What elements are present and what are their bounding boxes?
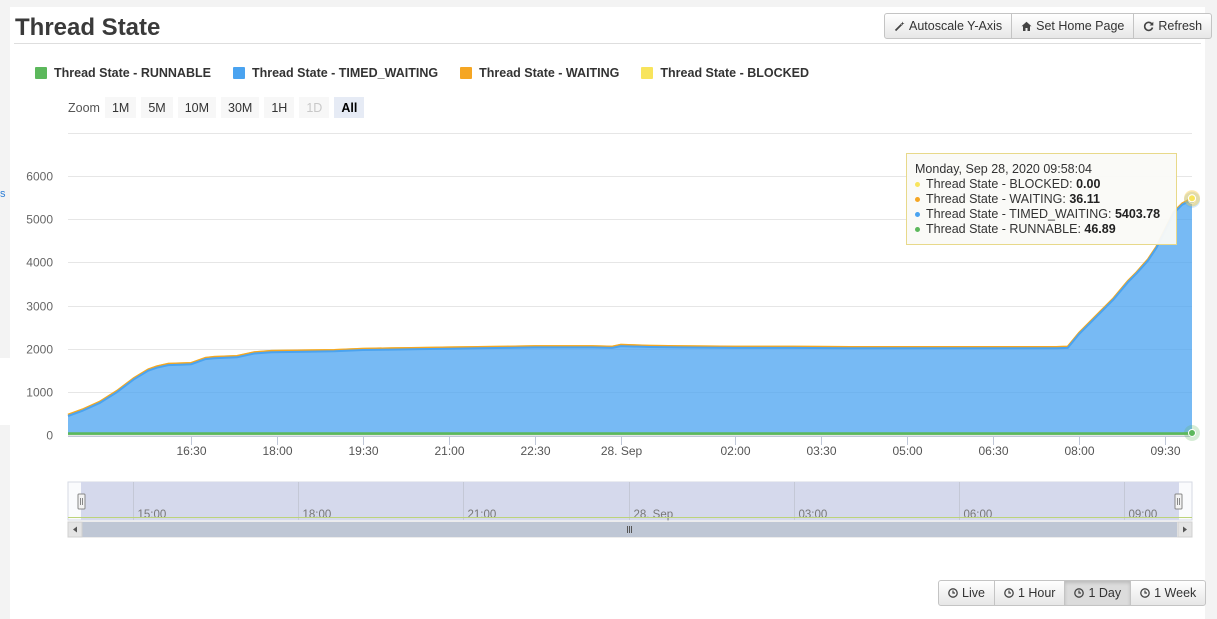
chart-legend: Thread State - RUNNABLE Thread State - T… <box>35 66 831 80</box>
chart-tooltip: Monday, Sep 28, 2020 09:58:04 Thread Sta… <box>906 153 1177 245</box>
tooltip-row-waiting: Thread State - WAITING: 36.11 <box>915 192 1176 207</box>
range-1-week-button[interactable]: 1 Week <box>1130 580 1206 606</box>
tooltip-row-timed-waiting: Thread State - TIMED_WAITING: 5403.78 <box>915 207 1176 222</box>
zoom-all-button[interactable]: All <box>334 97 364 118</box>
zoom-1m-button[interactable]: 1M <box>105 97 136 118</box>
range-live-label: Live <box>962 586 985 600</box>
tooltip-label-blocked: Thread State - BLOCKED: <box>926 177 1076 191</box>
clock-icon <box>1140 588 1150 598</box>
legend-item-timed-waiting[interactable]: Thread State - TIMED_WAITING <box>233 66 438 80</box>
tooltip-value-blocked: 0.00 <box>1076 177 1100 191</box>
range-1-day-button[interactable]: 1 Day <box>1064 580 1131 606</box>
legend-swatch-waiting <box>460 67 472 79</box>
zoom-selector: Zoom 1M 5M 10M 30M 1H 1D All <box>68 97 369 118</box>
range-1-hour-label: 1 Hour <box>1018 586 1056 600</box>
zoom-10m-button[interactable]: 10M <box>178 97 216 118</box>
legend-swatch-runnable <box>35 67 47 79</box>
set-home-label: Set Home Page <box>1036 19 1124 33</box>
toolbar: Autoscale Y-Axis Set Home Page Refresh <box>884 13 1212 39</box>
clock-icon <box>948 588 958 598</box>
magic-wand-icon <box>894 21 905 32</box>
autoscale-label: Autoscale Y-Axis <box>909 19 1002 33</box>
tooltip-value-waiting: 36.11 <box>1069 192 1100 206</box>
range-live-button[interactable]: Live <box>938 580 995 606</box>
zoom-30m-button[interactable]: 30M <box>221 97 259 118</box>
home-icon <box>1021 21 1032 32</box>
tooltip-dot-timed-waiting <box>915 212 920 217</box>
range-1-week-label: 1 Week <box>1154 586 1196 600</box>
zoom-1d-button: 1D <box>299 97 329 118</box>
refresh-button[interactable]: Refresh <box>1133 13 1212 39</box>
legend-swatch-blocked <box>641 67 653 79</box>
tooltip-dot-blocked <box>915 182 920 187</box>
legend-label-timed-waiting: Thread State - TIMED_WAITING <box>252 66 438 80</box>
legend-label-runnable: Thread State - RUNNABLE <box>54 66 211 80</box>
tooltip-label-timed-waiting: Thread State - TIMED_WAITING: <box>926 207 1115 221</box>
range-1-day-label: 1 Day <box>1088 586 1121 600</box>
set-home-page-button[interactable]: Set Home Page <box>1011 13 1134 39</box>
tooltip-value-runnable: 46.89 <box>1084 222 1115 236</box>
legend-item-blocked[interactable]: Thread State - BLOCKED <box>641 66 809 80</box>
clock-icon <box>1004 588 1014 598</box>
legend-label-blocked: Thread State - BLOCKED <box>660 66 809 80</box>
edge-text: s <box>0 188 6 200</box>
tooltip-dot-runnable <box>915 227 920 232</box>
tooltip-row-blocked: Thread State - BLOCKED: 0.00 <box>915 177 1176 192</box>
zoom-1h-button[interactable]: 1H <box>264 97 294 118</box>
tooltip-value-timed-waiting: 5403.78 <box>1115 207 1160 221</box>
autoscale-button[interactable]: Autoscale Y-Axis <box>884 13 1012 39</box>
zoom-label: Zoom <box>68 101 100 115</box>
left-edge-sliver <box>0 358 10 425</box>
clock-icon <box>1074 588 1084 598</box>
tooltip-dot-waiting <box>915 197 920 202</box>
tooltip-header: Monday, Sep 28, 2020 09:58:04 <box>915 162 1176 177</box>
legend-item-waiting[interactable]: Thread State - WAITING <box>460 66 619 80</box>
tooltip-label-runnable: Thread State - RUNNABLE: <box>926 222 1084 236</box>
zoom-5m-button[interactable]: 5M <box>141 97 172 118</box>
range-selector: Live 1 Hour 1 Day 1 Week <box>938 580 1206 606</box>
page-title: Thread State <box>15 14 160 42</box>
tooltip-row-runnable: Thread State - RUNNABLE: 46.89 <box>915 222 1176 237</box>
refresh-label: Refresh <box>1158 19 1202 33</box>
legend-item-runnable[interactable]: Thread State - RUNNABLE <box>35 66 211 80</box>
tooltip-label-waiting: Thread State - WAITING: <box>926 192 1069 206</box>
legend-label-waiting: Thread State - WAITING <box>479 66 619 80</box>
refresh-icon <box>1143 21 1154 32</box>
title-divider <box>14 43 1201 44</box>
legend-swatch-timed-waiting <box>233 67 245 79</box>
range-1-hour-button[interactable]: 1 Hour <box>994 580 1066 606</box>
